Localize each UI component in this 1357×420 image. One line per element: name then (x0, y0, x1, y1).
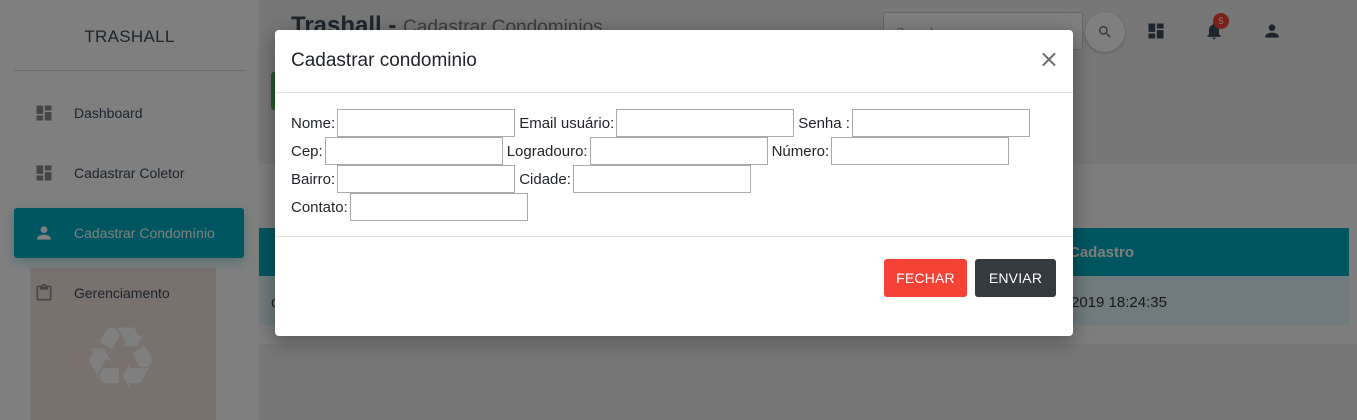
form-row: Nome: Email usuário: Senha : (291, 109, 1034, 137)
form-row: Contato: (291, 193, 532, 221)
nome-label: Nome: (291, 114, 336, 132)
cidade-label: Cidade: (519, 170, 571, 188)
numero-input[interactable] (831, 137, 1010, 165)
modal-dialog: Cadastrar condominio × Nome: Email usuár… (275, 30, 1073, 336)
senha-input[interactable] (851, 109, 1030, 137)
modal-title: Cadastrar condominio (291, 50, 477, 71)
bairro-label: Bairro: (291, 170, 336, 188)
senha-label: Senha : (798, 114, 850, 132)
numero-label: Número: (771, 142, 830, 160)
email-input[interactable] (616, 109, 795, 137)
close-icon[interactable]: × (1039, 47, 1059, 71)
form-row: Cep: Logradouro: Número: (291, 137, 1013, 165)
contato-label: Contato: (291, 198, 348, 216)
modal-footer: FECHAR ENVIAR (275, 237, 1073, 335)
contato-input[interactable] (349, 193, 528, 221)
email-label: Email usuário: (519, 114, 615, 132)
enviar-button[interactable]: ENVIAR (975, 259, 1056, 297)
logradouro-input[interactable] (589, 137, 768, 165)
modal-header: Cadastrar condominio × (275, 30, 1073, 93)
modal-body: Nome: Email usuário: Senha : Cep: Lograd… (275, 93, 1073, 237)
cep-input[interactable] (324, 137, 503, 165)
nome-input[interactable] (337, 109, 516, 137)
fechar-button[interactable]: FECHAR (884, 259, 967, 297)
cidade-input[interactable] (572, 165, 751, 193)
form-row: Bairro: Cidade: (291, 165, 755, 193)
logradouro-label: Logradouro: (506, 142, 588, 160)
bairro-input[interactable] (337, 165, 516, 193)
cep-label: Cep: (291, 142, 323, 160)
